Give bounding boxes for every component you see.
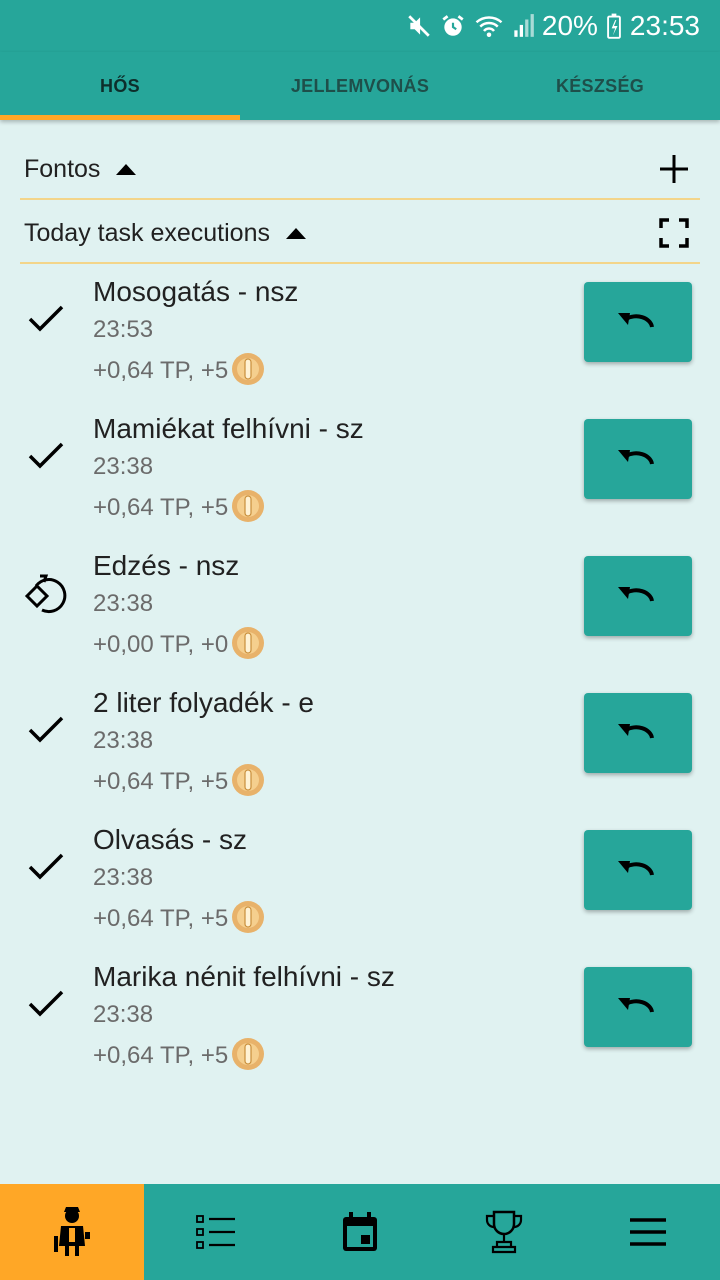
undo-icon (618, 450, 654, 465)
task-name: Olvasás - sz (93, 824, 248, 855)
task-name: 2 liter folyadék - e (93, 687, 314, 718)
coin-icon (232, 901, 265, 933)
task-reward: +0,00 TP, +0 (93, 627, 265, 662)
check-icon (24, 296, 68, 340)
task-reward-text: +0,64 TP, +5 (93, 357, 229, 384)
check-icon (24, 707, 68, 751)
task-reward: +0,64 TP, +5 (93, 490, 265, 525)
status-bar: 20% 23:53 (0, 0, 720, 52)
task-name: Edzés - nsz (93, 550, 240, 581)
task-row: Edzés - nsz 23:38 +0,00 TP, +0 (0, 550, 720, 687)
undo-button[interactable] (584, 830, 692, 910)
task-time: 23:38 (93, 453, 154, 480)
task-time: 23:38 (93, 727, 154, 754)
fullscreen-icon (659, 218, 689, 248)
tab-bar: HŐS JELLEMVONÁS KÉSZSÉG (0, 52, 720, 120)
task-name: Mamiékat felhívni - sz (93, 413, 364, 444)
undo-icon (618, 861, 654, 876)
hero-icon (54, 1207, 90, 1256)
section-today-header: Today task executions (20, 204, 700, 264)
tab-skills[interactable]: KÉSZSÉG (480, 52, 720, 120)
fullscreen-button[interactable] (654, 213, 694, 253)
coin-icon (232, 627, 265, 659)
collapse-arrow-icon (116, 163, 137, 175)
undo-button[interactable] (584, 556, 692, 636)
task-row: 2 liter folyadék - e 23:38 +0,64 TP, +5 (0, 687, 720, 824)
check-icon (24, 433, 68, 477)
task-reward: +0,64 TP, +5 (93, 764, 265, 799)
task-reward: +0,64 TP, +5 (93, 353, 265, 388)
undo-button[interactable] (584, 282, 692, 362)
plus-icon (660, 155, 688, 183)
coin-icon (232, 764, 265, 796)
undo-icon (618, 587, 654, 602)
rotate-icon (24, 570, 68, 614)
signal-icon (512, 13, 534, 39)
wifi-icon (474, 13, 504, 39)
task-reward-text: +0,64 TP, +5 (93, 768, 229, 795)
task-name: Marika nénit felhívni - sz (93, 961, 395, 992)
task-row: Mosogatás - nsz 23:53 +0,64 TP, +5 (0, 276, 720, 413)
trophy-icon (485, 1210, 523, 1254)
undo-icon (618, 724, 654, 739)
section-today-toggle[interactable]: Today task executions (20, 219, 306, 248)
add-button[interactable] (654, 149, 694, 189)
section-today-title: Today task executions (24, 218, 270, 247)
section-fontos-title: Fontos (24, 154, 101, 183)
alarm-icon (440, 13, 466, 39)
task-row: Marika nénit felhívni - sz 23:38 +0,64 T… (0, 961, 720, 1098)
calendar-icon (343, 1212, 377, 1251)
task-row: Mamiékat felhívni - sz 23:38 +0,64 TP, +… (0, 413, 720, 550)
nav-task-list[interactable] (144, 1184, 288, 1280)
undo-icon (618, 998, 654, 1013)
status-time: 23:53 (629, 10, 700, 41)
section-fontos-toggle[interactable]: Fontos (20, 154, 137, 184)
task-reward-text: +0,64 TP, +5 (93, 494, 229, 521)
section-fontos-header: Fontos (20, 140, 700, 200)
task-row: Olvasás - sz 23:38 +0,64 TP, +5 (0, 824, 720, 961)
task-reward: +0,64 TP, +5 (93, 1038, 265, 1073)
task-time: 23:38 (93, 1001, 154, 1028)
check-icon (24, 844, 68, 888)
task-time: 23:38 (93, 864, 154, 891)
menu-icon (630, 1218, 666, 1246)
nav-achievements[interactable] (432, 1184, 576, 1280)
mute-icon (406, 13, 432, 39)
undo-button[interactable] (584, 693, 692, 773)
tab-hero[interactable]: HŐS (0, 52, 240, 120)
task-reward: +0,64 TP, +5 (93, 901, 265, 936)
coin-icon (232, 490, 265, 522)
nav-hero[interactable] (0, 1184, 144, 1280)
battery-icon (606, 13, 622, 39)
task-reward-text: +0,64 TP, +5 (93, 1042, 229, 1069)
bottom-nav (0, 1184, 720, 1280)
coin-icon (232, 1038, 265, 1070)
nav-calendar[interactable] (288, 1184, 432, 1280)
task-time: 23:53 (93, 316, 154, 343)
tab-traits[interactable]: JELLEMVONÁS (240, 52, 480, 120)
undo-button[interactable] (584, 967, 692, 1047)
battery-percent: 20% (541, 10, 598, 41)
task-reward-text: +0,64 TP, +5 (93, 905, 229, 932)
collapse-arrow-icon (285, 227, 306, 239)
check-icon (24, 981, 68, 1025)
task-name: Mosogatás - nsz (93, 276, 299, 307)
nav-menu[interactable] (576, 1184, 720, 1280)
task-reward-text: +0,00 TP, +0 (93, 631, 229, 658)
task-list-icon (196, 1215, 235, 1249)
undo-icon (618, 313, 654, 328)
task-time: 23:38 (93, 590, 154, 617)
undo-button[interactable] (584, 419, 692, 499)
coin-icon (232, 353, 265, 385)
